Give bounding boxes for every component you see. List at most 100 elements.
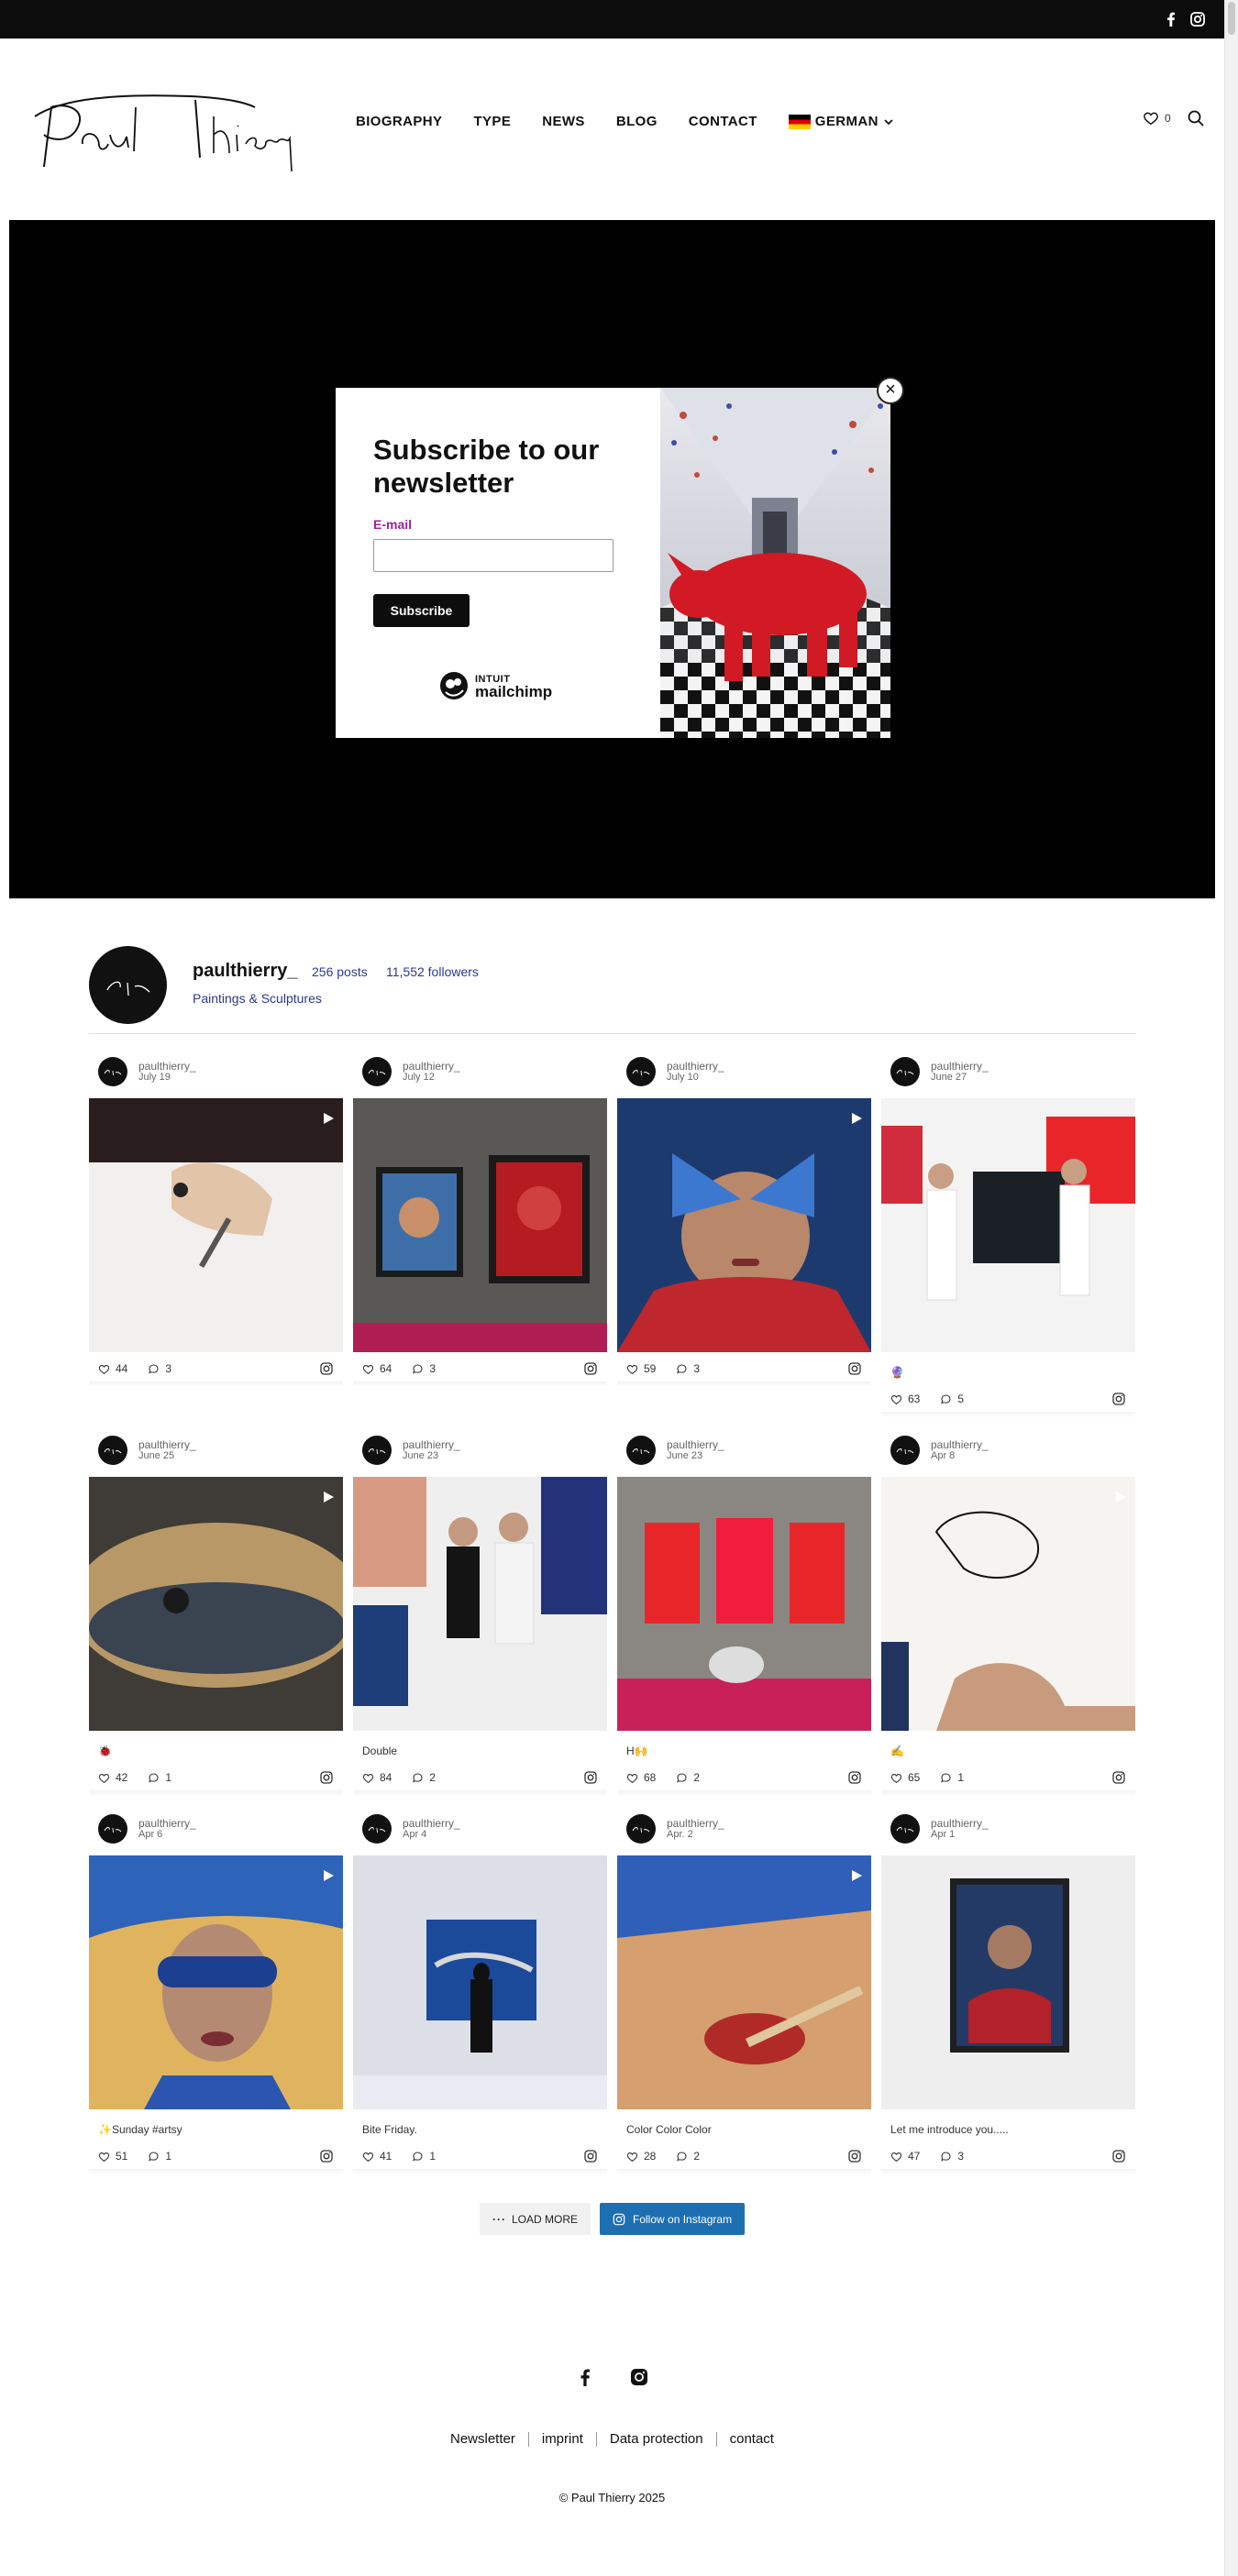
post-username[interactable]: paulthierry_ bbox=[138, 1439, 196, 1450]
post-image[interactable] bbox=[353, 1098, 607, 1352]
post-image[interactable] bbox=[89, 1098, 343, 1352]
footer-link-imprint[interactable]: imprint bbox=[527, 2432, 596, 2447]
post-avatar[interactable] bbox=[98, 1436, 127, 1465]
comment-icon bbox=[413, 1364, 423, 1373]
likes-count: 68 bbox=[644, 1771, 657, 1784]
post-username[interactable]: paulthierry_ bbox=[667, 1061, 724, 1072]
instagram-post[interactable]: paulthierry_ July 19 44 3 bbox=[89, 1054, 343, 1387]
post-avatar[interactable] bbox=[626, 1057, 656, 1086]
instagram-post[interactable]: paulthierry_ July 12 64 3 bbox=[353, 1054, 607, 1387]
post-image[interactable] bbox=[353, 1477, 607, 1731]
post-avatar[interactable] bbox=[98, 1057, 127, 1086]
footer-facebook-icon[interactable] bbox=[575, 2367, 595, 2387]
post-avatar[interactable] bbox=[626, 1814, 656, 1844]
post-image[interactable] bbox=[89, 1855, 343, 2109]
language-switcher[interactable]: GERMAN bbox=[788, 114, 894, 129]
post-image[interactable] bbox=[881, 1098, 1135, 1352]
ellipsis-icon: ··· bbox=[492, 2212, 506, 2226]
comment-icon bbox=[941, 1773, 951, 1782]
likes: 68 bbox=[626, 1771, 656, 1784]
instagram-icon[interactable] bbox=[319, 1361, 334, 1376]
post-avatar[interactable] bbox=[98, 1814, 127, 1844]
footer-link-contact[interactable]: contact bbox=[715, 2432, 787, 2447]
post-date: June 23 bbox=[403, 1450, 439, 1461]
instagram-post[interactable]: paulthierry_ Apr 1 Let me introduce you...… bbox=[881, 1811, 1135, 2174]
post-avatar[interactable] bbox=[890, 1814, 920, 1844]
nav-blog[interactable]: BLOG bbox=[616, 114, 658, 129]
post-image[interactable] bbox=[617, 1855, 871, 2109]
post-username[interactable]: paulthierry_ bbox=[138, 1818, 196, 1829]
post-username[interactable]: paulthierry_ bbox=[403, 1818, 460, 1829]
instagram-post[interactable]: paulthierry_ Apr 6 ✨Sunday #artsy 51 1 bbox=[89, 1811, 343, 2174]
post-avatar[interactable] bbox=[362, 1436, 392, 1465]
profile-username[interactable]: paulthierry_ bbox=[193, 961, 297, 982]
nav-contact[interactable]: CONTACT bbox=[689, 114, 757, 129]
profile-avatar[interactable] bbox=[89, 946, 167, 1024]
instagram-icon[interactable] bbox=[847, 1770, 862, 1785]
load-more-button[interactable]: ··· LOAD MORE bbox=[480, 2203, 591, 2235]
instagram-post[interactable]: paulthierry_ Apr 8 ✍️ 65 1 bbox=[881, 1433, 1135, 1796]
post-username[interactable]: paulthierry_ bbox=[931, 1061, 989, 1072]
post-header: paulthierry_ July 12 bbox=[353, 1054, 607, 1089]
footer-link-data-protection[interactable]: Data protection bbox=[595, 2432, 716, 2447]
nav-biography[interactable]: BIOGRAPHY bbox=[356, 114, 442, 129]
comment-icon bbox=[413, 2152, 423, 2161]
instagram-icon[interactable] bbox=[1111, 1770, 1126, 1785]
instagram-icon[interactable] bbox=[319, 1770, 334, 1785]
instagram-post[interactable]: paulthierry_ June 25 🐞 42 1 bbox=[89, 1433, 343, 1796]
post-caption: ✨Sunday #artsy bbox=[98, 2123, 182, 2136]
post-avatar[interactable] bbox=[890, 1057, 920, 1086]
post-header: paulthierry_ July 19 bbox=[89, 1054, 343, 1089]
post-username[interactable]: paulthierry_ bbox=[403, 1439, 460, 1450]
post-username[interactable]: paulthierry_ bbox=[667, 1439, 724, 1450]
post-image[interactable] bbox=[881, 1477, 1135, 1731]
instagram-icon[interactable] bbox=[847, 1361, 862, 1376]
instagram-post[interactable]: paulthierry_ Apr 4 Bite Friday. 41 1 bbox=[353, 1811, 607, 2174]
post-avatar[interactable] bbox=[890, 1436, 920, 1465]
facebook-icon[interactable] bbox=[1161, 9, 1181, 29]
post-username[interactable]: paulthierry_ bbox=[138, 1061, 196, 1072]
post-image[interactable] bbox=[881, 1855, 1135, 2109]
search-icon[interactable] bbox=[1186, 108, 1206, 128]
post-username[interactable]: paulthierry_ bbox=[667, 1818, 724, 1829]
post-username[interactable]: paulthierry_ bbox=[931, 1818, 989, 1829]
close-icon[interactable]: × bbox=[877, 377, 904, 404]
post-image[interactable] bbox=[617, 1477, 871, 1731]
mailchimp-badge[interactable]: INTUIT mailchimp bbox=[438, 670, 552, 701]
instagram-icon[interactable] bbox=[1188, 9, 1208, 29]
paul-thierry-logo[interactable] bbox=[26, 80, 301, 181]
instagram-post[interactable]: paulthierry_ June 27 🔮 63 5 bbox=[881, 1054, 1135, 1417]
subscribe-button[interactable]: Subscribe bbox=[373, 594, 470, 627]
nav-news[interactable]: NEWS bbox=[542, 114, 585, 129]
likes-count: 42 bbox=[116, 1771, 128, 1784]
comments-count: 1 bbox=[429, 2150, 437, 2163]
post-image[interactable] bbox=[353, 1855, 607, 2109]
instagram-icon[interactable] bbox=[583, 1361, 598, 1376]
follow-instagram-button[interactable]: Follow on Instagram bbox=[600, 2203, 746, 2235]
post-image[interactable] bbox=[617, 1098, 871, 1352]
instagram-icon[interactable] bbox=[319, 2149, 334, 2163]
post-avatar[interactable] bbox=[362, 1057, 392, 1086]
instagram-icon[interactable] bbox=[1111, 1392, 1126, 1406]
email-field[interactable] bbox=[373, 539, 613, 572]
footer-link-newsletter[interactable]: Newsletter bbox=[437, 2432, 528, 2447]
wishlist[interactable]: 0 bbox=[1143, 110, 1171, 127]
instagram-icon[interactable] bbox=[1111, 2149, 1126, 2163]
instagram-post[interactable]: paulthierry_ Apr. 2 Color Color Color 28 2 bbox=[617, 1811, 871, 2174]
instagram-post[interactable]: paulthierry_ July 10 59 3 bbox=[617, 1054, 871, 1387]
post-username[interactable]: paulthierry_ bbox=[403, 1061, 460, 1072]
instagram-icon[interactable] bbox=[583, 1770, 598, 1785]
instagram-post[interactable]: paulthierry_ June 23 Double 84 2 bbox=[353, 1433, 607, 1796]
instagram-icon[interactable] bbox=[847, 2149, 862, 2163]
comments-count: 2 bbox=[693, 2150, 701, 2163]
scrollbar[interactable] bbox=[1224, 0, 1238, 2576]
post-avatar[interactable] bbox=[626, 1436, 656, 1465]
instagram-post[interactable]: paulthierry_ June 23 H🙌 68 2 bbox=[617, 1433, 871, 1796]
scrollbar-thumb[interactable] bbox=[1228, 2, 1235, 35]
post-avatar[interactable] bbox=[362, 1814, 392, 1844]
post-username[interactable]: paulthierry_ bbox=[931, 1439, 989, 1450]
instagram-icon[interactable] bbox=[583, 2149, 598, 2163]
post-image[interactable] bbox=[89, 1477, 343, 1731]
footer-instagram-icon[interactable] bbox=[629, 2367, 649, 2387]
nav-type[interactable]: TYPE bbox=[473, 114, 511, 129]
